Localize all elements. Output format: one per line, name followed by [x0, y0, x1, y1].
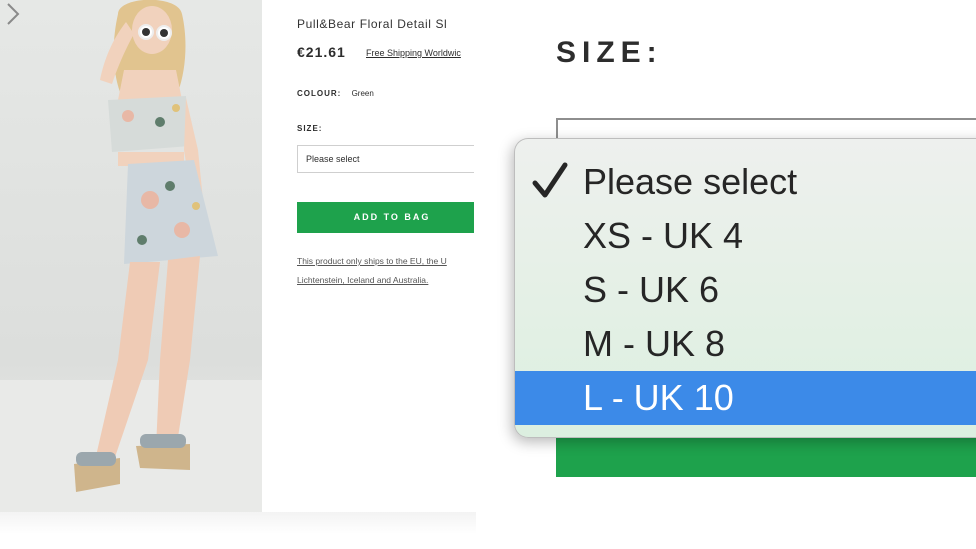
add-to-bag-button[interactable]: ADD TO BAG: [297, 202, 474, 233]
shipping-note-line-1[interactable]: This product only ships to the EU, the U: [297, 256, 447, 266]
size-option-please-select[interactable]: Please select: [515, 155, 976, 209]
size-options-menu: Please select XS - UK 4 S - UK 6 M - UK …: [514, 138, 976, 438]
chevron-right-icon[interactable]: [0, 0, 26, 28]
size-option-label: M - UK 8: [583, 323, 726, 364]
size-option-label: L - UK 10: [583, 377, 734, 418]
colour-label: COLOUR:: [297, 89, 342, 98]
product-details-panel: Pull&Bear Floral Detail Sl €21.61 Free S…: [262, 0, 474, 512]
size-option-m[interactable]: M - UK 8: [515, 317, 976, 371]
size-option-label: Please select: [583, 161, 798, 202]
size-option-l[interactable]: L - UK 10: [515, 371, 976, 425]
colour-value: Green: [351, 89, 374, 98]
product-price: €21.61: [297, 44, 346, 60]
checkmark-icon: [532, 162, 568, 198]
size-option-xs[interactable]: XS - UK 4: [515, 209, 976, 263]
size-label: SIZE:: [297, 124, 323, 133]
colour-row: COLOUR: Green: [297, 89, 374, 98]
shipping-restriction-note: This product only ships to the EU, the U…: [297, 252, 474, 290]
product-title: Pull&Bear Floral Detail Sl: [297, 17, 448, 31]
size-option-label: XS - UK 4: [583, 215, 744, 256]
page-bottom-edge: [0, 512, 476, 549]
size-option-s[interactable]: S - UK 6: [515, 263, 976, 317]
product-image[interactable]: [0, 0, 262, 512]
size-select[interactable]: Please select: [297, 145, 474, 173]
zoomed-size-dropdown: SIZE: Please select XS - UK 4 S - UK 6 M…: [476, 0, 976, 549]
model-illustration: [0, 0, 262, 512]
size-option-label: S - UK 6: [583, 269, 720, 310]
shipping-note-line-2[interactable]: Lichtenstein, Iceland and Australia.: [297, 275, 428, 285]
free-shipping-link[interactable]: Free Shipping Worldwic: [366, 48, 461, 58]
zoomed-size-label: SIZE:: [556, 36, 663, 69]
